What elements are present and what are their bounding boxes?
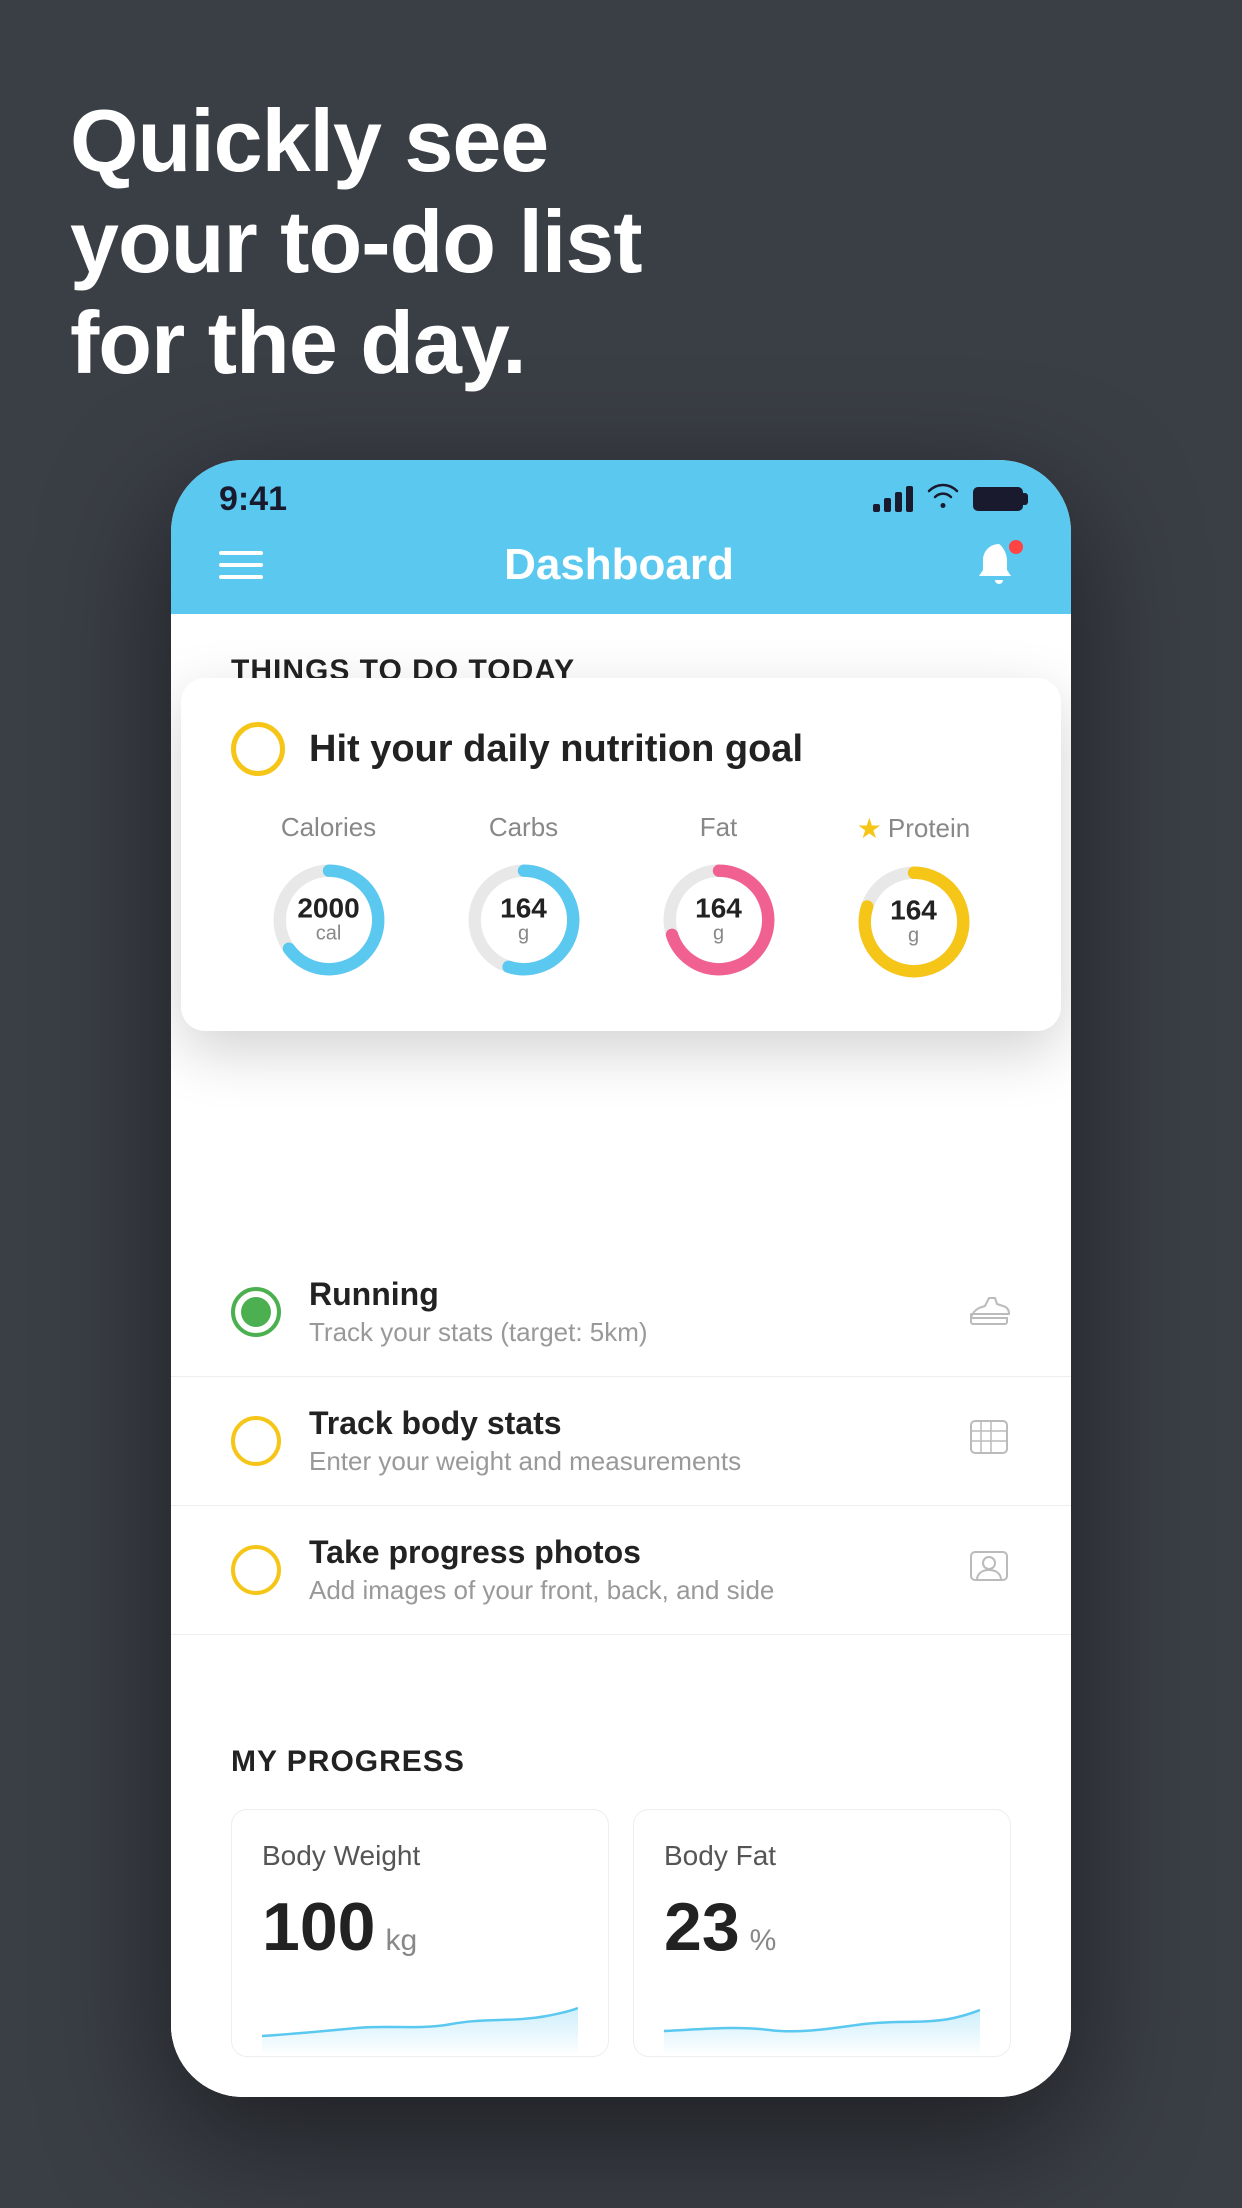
carbs-label: Carbs	[489, 812, 558, 843]
body-weight-chart	[262, 1986, 578, 2056]
hamburger-menu[interactable]	[219, 551, 263, 579]
star-icon: ★	[857, 812, 882, 845]
wifi-icon	[927, 483, 959, 516]
fat-value: 164 g	[695, 895, 742, 946]
nutrition-card-title: Hit your daily nutrition goal	[309, 728, 803, 771]
todo-check-photos	[231, 1545, 281, 1595]
person-photo-icon	[967, 1544, 1011, 1597]
progress-section: MY PROGRESS Body Weight 100 kg	[171, 1695, 1071, 2097]
notification-dot	[1009, 540, 1023, 554]
body-fat-card: Body Fat 23 %	[633, 1809, 1011, 2057]
protein-donut: 164 g	[849, 857, 979, 987]
protein-label: ★ Protein	[857, 812, 971, 845]
status-icons	[873, 483, 1023, 516]
protein-item: ★ Protein 164 g	[849, 812, 979, 987]
status-time: 9:41	[219, 480, 287, 519]
body-weight-number: 100	[262, 1888, 375, 1966]
calories-donut: 2000 cal	[264, 855, 394, 985]
body-weight-card: Body Weight 100 kg	[231, 1809, 609, 2057]
todo-sub-running: Track your stats (target: 5km)	[309, 1317, 939, 1348]
todo-list: Running Track your stats (target: 5km) T…	[171, 1248, 1071, 1635]
body-fat-label: Body Fat	[664, 1840, 980, 1872]
progress-title: MY PROGRESS	[231, 1745, 1011, 1779]
carbs-donut: 164 g	[459, 855, 589, 985]
nutrition-check-circle	[231, 722, 285, 776]
body-fat-number: 23	[664, 1888, 740, 1966]
todo-main-body-stats: Track body stats	[309, 1405, 939, 1442]
battery-icon	[973, 487, 1023, 511]
status-bar: 9:41	[171, 460, 1071, 530]
todo-text-body-stats: Track body stats Enter your weight and m…	[309, 1405, 939, 1477]
carbs-value: 164 g	[500, 895, 547, 946]
todo-check-body-stats	[231, 1416, 281, 1466]
todo-text-running: Running Track your stats (target: 5km)	[309, 1276, 939, 1348]
body-fat-value: 23 %	[664, 1888, 980, 1966]
body-weight-unit: kg	[385, 1924, 417, 1958]
headline: Quickly see your to-do list for the day.	[70, 90, 642, 394]
calories-label: Calories	[281, 812, 376, 843]
fat-label: Fat	[700, 812, 738, 843]
todo-check-running	[231, 1287, 281, 1337]
nav-bar: Dashboard	[171, 530, 1071, 614]
progress-cards: Body Weight 100 kg	[231, 1809, 1011, 2057]
todo-sub-photos: Add images of your front, back, and side	[309, 1575, 939, 1606]
todo-item-body-stats[interactable]: Track body stats Enter your weight and m…	[171, 1377, 1071, 1506]
phone-body: THINGS TO DO TODAY Hit your daily nutrit…	[171, 614, 1071, 2097]
body-weight-value: 100 kg	[262, 1888, 578, 1966]
carbs-item: Carbs 164 g	[459, 812, 589, 985]
body-weight-label: Body Weight	[262, 1840, 578, 1872]
todo-sub-body-stats: Enter your weight and measurements	[309, 1446, 939, 1477]
card-container: Hit your daily nutrition goal Calories	[171, 708, 1071, 968]
todo-text-photos: Take progress photos Add images of your …	[309, 1534, 939, 1606]
calories-item: Calories 2000 cal	[264, 812, 394, 985]
protein-value: 164 g	[890, 897, 937, 948]
spacer	[171, 1635, 1071, 1695]
nutrition-card-header: Hit your daily nutrition goal	[231, 722, 1011, 776]
todo-main-photos: Take progress photos	[309, 1534, 939, 1571]
nutrition-card: Hit your daily nutrition goal Calories	[181, 678, 1061, 1031]
nav-title: Dashboard	[504, 540, 734, 590]
body-fat-unit: %	[750, 1924, 777, 1958]
shoe-icon	[967, 1290, 1011, 1335]
body-fat-chart	[664, 1986, 980, 2056]
fat-item: Fat 164 g	[654, 812, 784, 985]
calories-value: 2000 cal	[297, 895, 359, 946]
signal-icon	[873, 486, 913, 512]
todo-item-photos[interactable]: Take progress photos Add images of your …	[171, 1506, 1071, 1635]
todo-item-running[interactable]: Running Track your stats (target: 5km)	[171, 1248, 1071, 1377]
notification-bell-icon[interactable]	[975, 540, 1023, 590]
todo-main-running: Running	[309, 1276, 939, 1313]
phone-mockup: 9:41 Dashboard	[171, 460, 1071, 2097]
scale-icon	[967, 1415, 1011, 1468]
nutrition-grid: Calories 2000 cal	[231, 812, 1011, 987]
fat-donut: 164 g	[654, 855, 784, 985]
